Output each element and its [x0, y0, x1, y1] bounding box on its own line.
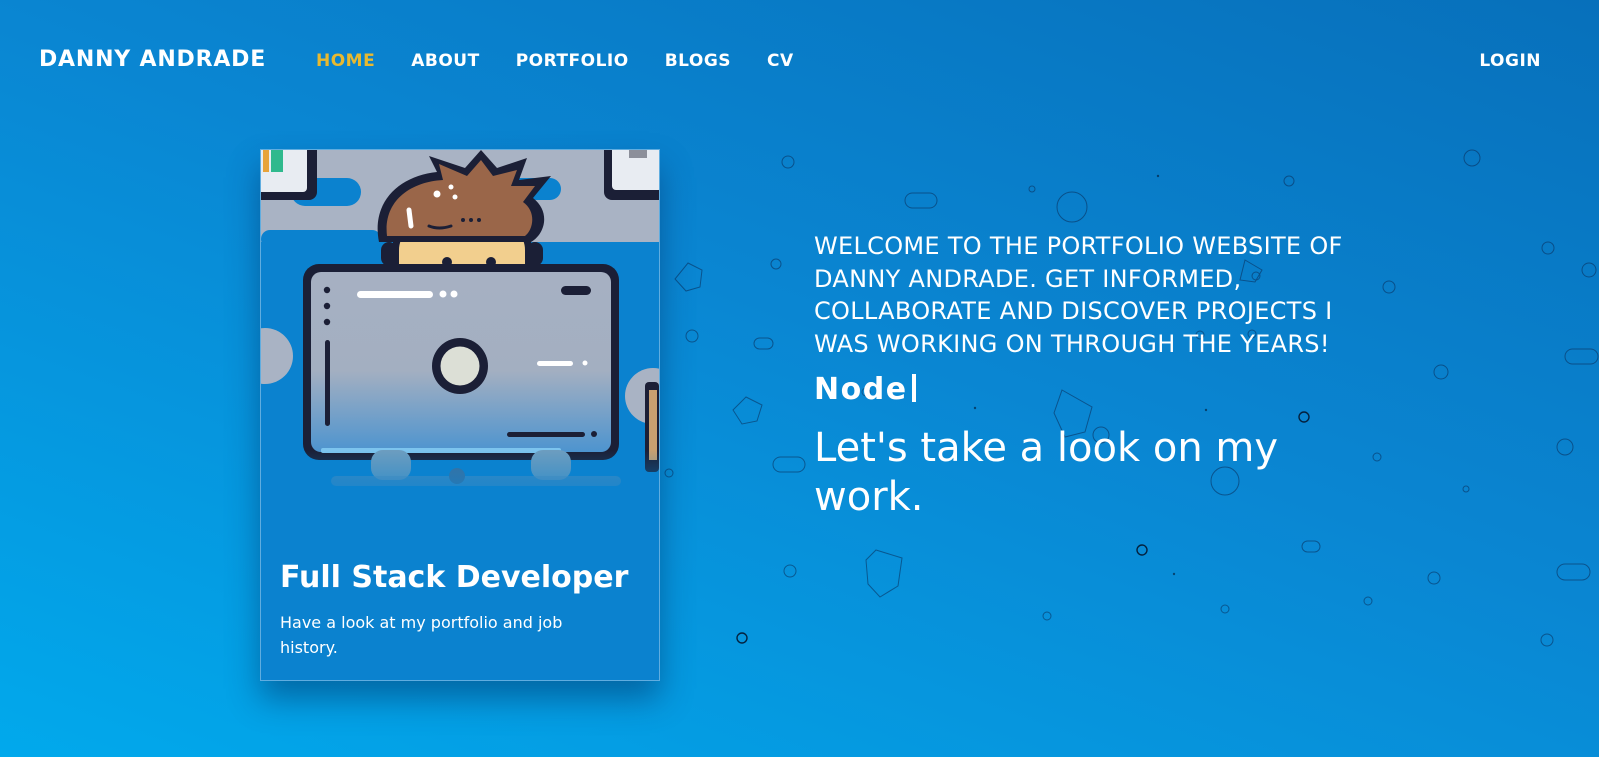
card-description: Have a look at my portfolio and job hist…	[280, 613, 563, 657]
top-navbar: DANNY ANDRADE HOME ABOUT PORTFOLIO BLOGS…	[0, 0, 1599, 124]
typed-text: Node	[814, 372, 1354, 412]
nav-link-cv[interactable]: CV	[767, 51, 794, 71]
typing-cursor	[911, 374, 916, 402]
nav-link-about[interactable]: ABOUT	[411, 51, 479, 71]
login-link[interactable]: LOGIN	[1479, 51, 1541, 71]
brand-logo[interactable]: DANNY ANDRADE	[39, 47, 266, 72]
profile-card[interactable]: Full Stack Developer Have a look at my p…	[260, 149, 660, 681]
nav-links: HOME ABOUT PORTFOLIO BLOGS CV	[316, 51, 830, 71]
nav-link-blogs[interactable]: BLOGS	[665, 51, 731, 71]
typed-word: Node	[814, 372, 908, 407]
card-title: Full Stack Developer	[280, 560, 629, 595]
nav-link-portfolio[interactable]: PORTFOLIO	[516, 51, 629, 71]
welcome-text: WELCOME TO THE PORTFOLIO WEBSITE OF DANN…	[814, 232, 1343, 358]
nav-link-home[interactable]: HOME	[316, 51, 375, 71]
hero-tagline: Let's take a look on my work.	[814, 425, 1279, 520]
hero-section: WELCOME TO THE PORTFOLIO WEBSITE OF DANN…	[814, 230, 1354, 522]
developer-illustration	[261, 150, 659, 520]
